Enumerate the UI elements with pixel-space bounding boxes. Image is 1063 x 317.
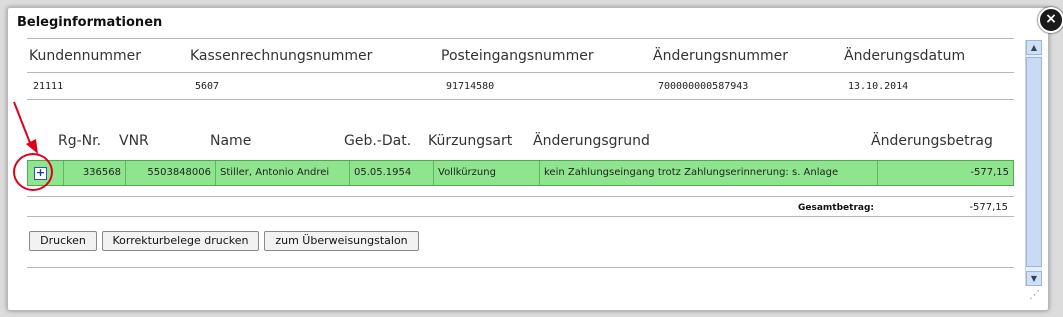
cell-rgnr: 336568 [64,161,126,185]
cell-kuerzungsart: Vollkürzung [434,161,540,185]
resize-grip-icon[interactable]: ⋰ [1029,288,1040,301]
value-aenderungsdatum: 13.10.2014 [848,81,909,92]
col-header-name: Name [210,133,252,149]
cell-name: Stiller, Antonio Andrei [216,161,350,185]
value-aenderungsnummer: 700000000587943 [658,81,749,92]
header-aenderungsdatum: Änderungsdatum [844,48,966,64]
footer-divider [27,267,1014,268]
total-bottom-border [27,216,1014,217]
close-icon[interactable]: × [1038,7,1063,33]
annotation-circle [13,153,53,191]
transfer-slip-button[interactable]: zum Überweisungstalon [264,231,419,251]
header-kassenrechnungsnummer: Kassenrechnungsnummer [190,48,373,64]
dialog-title: Beleginformationen [17,15,163,30]
value-kassenrechnungsnummer: 5607 [195,81,220,92]
print-button[interactable]: Drucken [29,231,97,251]
total-value: -577,15 [969,202,1008,213]
info-header-divider [27,72,1014,73]
cell-vnr: 5503848006 [126,161,216,185]
scrollbar-thumb[interactable] [1026,57,1042,267]
col-header-aenderungsbetrag: Änderungsbetrag [871,133,993,149]
print-corrections-button[interactable]: Korrekturbelege drucken [102,231,259,251]
col-header-gebdat: Geb.-Dat. [344,133,412,149]
info-top-border [27,38,1014,39]
col-header-kuerzungsart: Kürzungsart [428,133,513,149]
col-header-vnr: VNR [119,133,149,149]
total-label: Gesamtbetrag: [798,203,875,213]
beleginformationen-dialog: Beleginformationen Kundennummer Kassenre… [7,7,1063,311]
value-kundennummer: 21111 [33,81,64,92]
vertical-scrollbar[interactable]: ▲ ▼ [1025,40,1042,286]
header-kundennummer: Kundennummer [29,48,141,64]
row-bottom-border [27,196,1014,197]
scroll-down-icon[interactable]: ▼ [1026,271,1042,286]
cell-aenderungsbetrag: -577,15 [970,167,1009,178]
header-aenderungsnummer: Änderungsnummer [653,48,789,64]
cell-aenderungsgrund: kein Zahlungseingang trotz Zahlungserinn… [540,161,878,185]
col-header-aenderungsgrund: Änderungsgrund [533,133,650,149]
col-header-rgnr: Rg-Nr. [58,133,102,149]
scroll-up-icon[interactable]: ▲ [1026,40,1042,55]
value-posteingangsnummer: 91714580 [446,81,495,92]
info-bottom-border [27,99,1014,100]
table-row[interactable]: + 336568 5503848006 Stiller, Antonio And… [27,160,1014,186]
cell-gebdat: 05.05.1954 [350,161,434,185]
header-posteingangsnummer: Posteingangsnummer [441,48,594,64]
